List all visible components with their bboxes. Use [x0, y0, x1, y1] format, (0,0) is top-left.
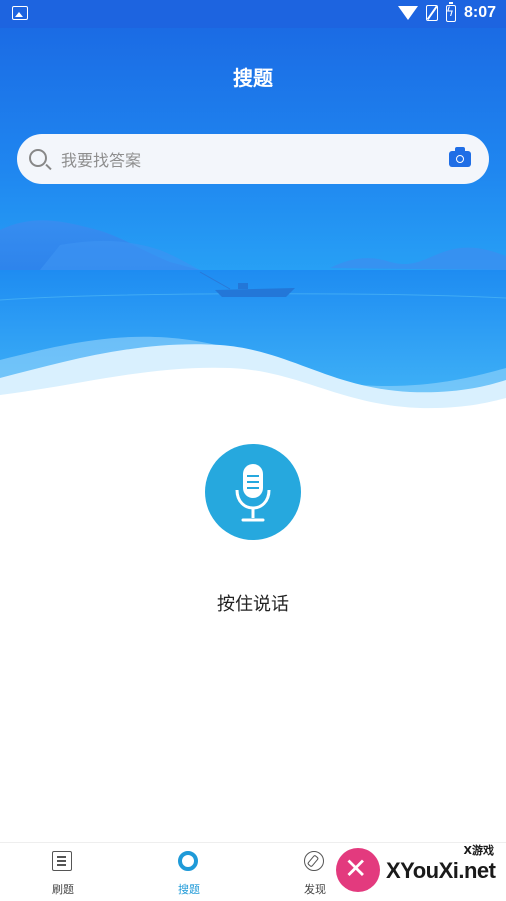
search-input[interactable] [59, 147, 433, 173]
tab-label: 搜题 [178, 883, 200, 896]
search-bar[interactable] [17, 134, 489, 184]
status-indicators: 8:07 [397, 1, 496, 22]
voice-hint-label: 按住说话 [217, 594, 289, 615]
search-icon [29, 149, 47, 167]
status-time: 8:07 [463, 4, 496, 21]
page-title: 搜题 [233, 66, 273, 90]
battery-charging-icon [445, 1, 456, 22]
tab-practice[interactable]: 刷题 [0, 843, 126, 901]
list-icon [52, 851, 72, 871]
microphone-icon [235, 464, 271, 522]
watermark: X游戏 XYouXi.net [332, 840, 506, 900]
no-sim-icon [425, 5, 438, 21]
compass-icon [304, 851, 324, 871]
search-tab-icon [178, 851, 198, 871]
watermark-small-text: X游戏 [463, 844, 494, 857]
image-notification-icon [12, 6, 28, 20]
wifi-icon [397, 6, 418, 20]
status-bar: 8:07 [0, 0, 506, 28]
voice-record-button[interactable] [205, 444, 301, 540]
watermark-site-text: XYouXi.net [386, 858, 496, 883]
camera-icon[interactable] [449, 147, 471, 167]
watermark-logo-icon [336, 848, 380, 892]
tab-label: 刷题 [52, 883, 74, 896]
tab-search[interactable]: 搜题 [126, 843, 252, 901]
